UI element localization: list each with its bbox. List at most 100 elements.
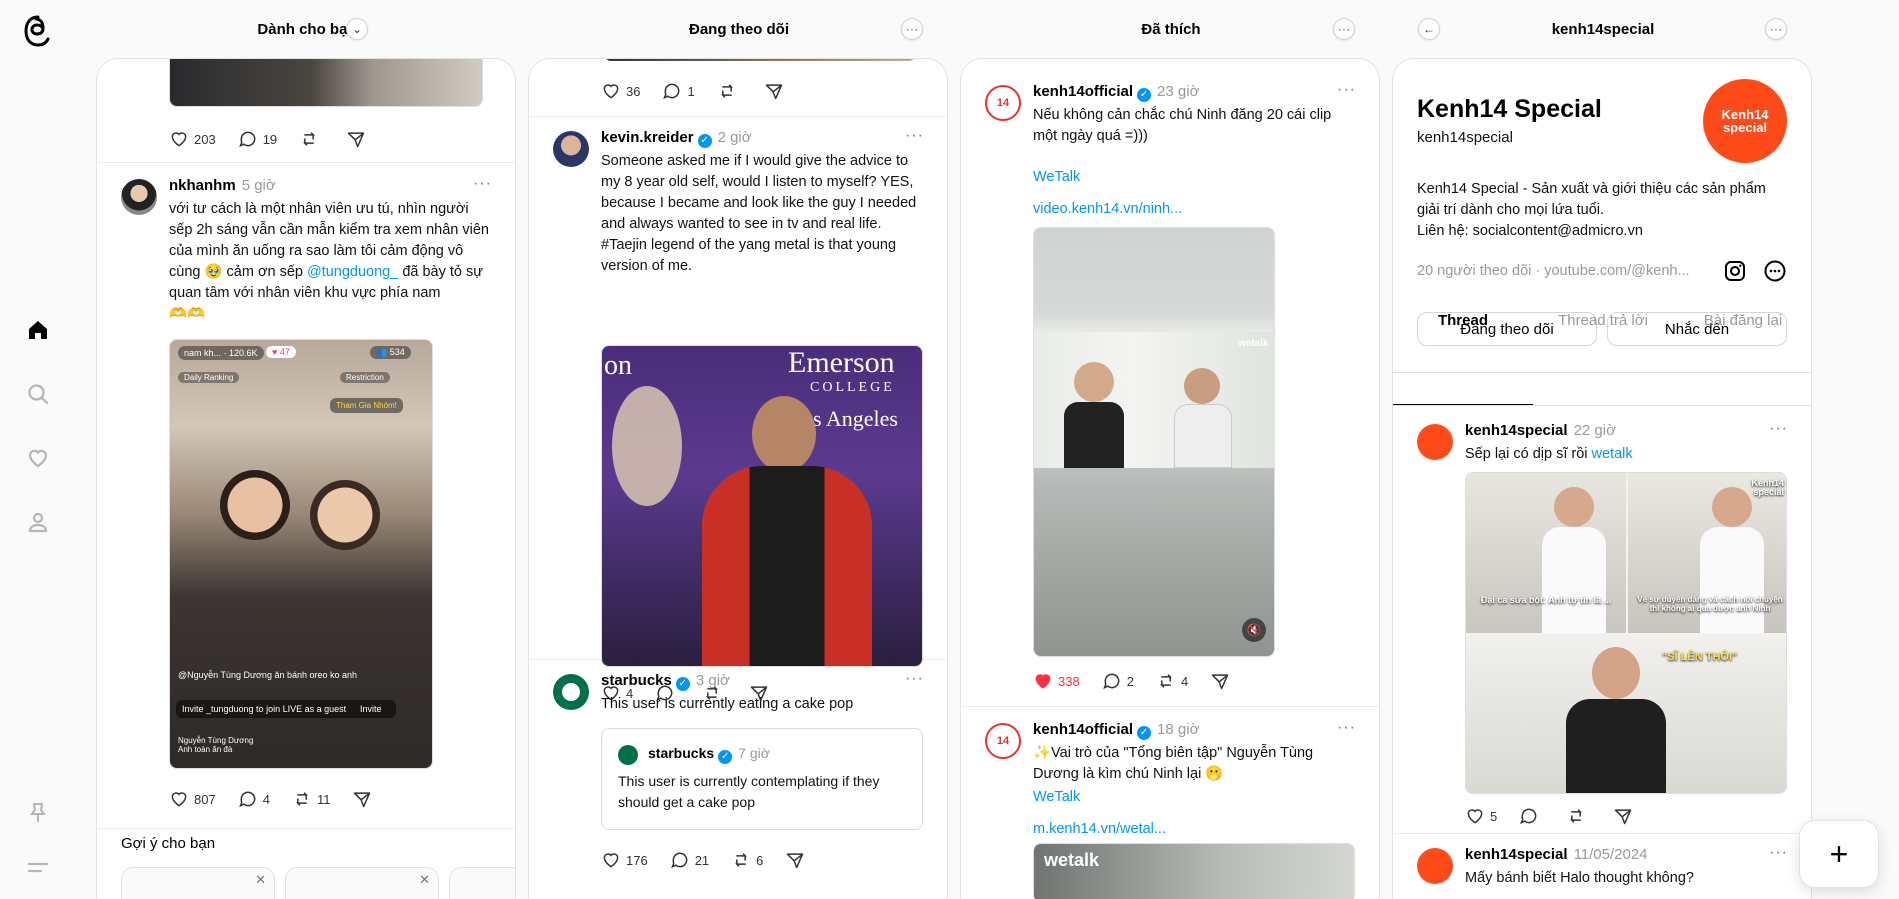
tab-replies[interactable]: Thread trả lời: [1533, 312, 1673, 389]
topic-tag-link[interactable]: wetalk: [1592, 446, 1633, 462]
followers-link[interactable]: 20 người theo dõi · youtube.com/@kenh...: [1417, 263, 1690, 279]
repost-button[interactable]: 4: [1156, 671, 1188, 691]
post-item[interactable]: 14 kenh14official ✓ 18 giờ ··· ✨Vai trò củ…: [961, 707, 1379, 899]
post-item[interactable]: 203 19: [97, 59, 515, 163]
more-options-icon[interactable]: ···: [1769, 420, 1788, 438]
heart-icon[interactable]: [22, 442, 54, 474]
post-image[interactable]: on Emerson COLLEGE os Angeles: [601, 345, 923, 667]
post-item[interactable]: nkhanhm 5 giờ ··· với tư cách là một nhân…: [97, 163, 515, 829]
reply-button[interactable]: 2: [1102, 671, 1134, 691]
search-icon[interactable]: [22, 378, 54, 410]
username-text[interactable]: kenh14special: [1465, 422, 1568, 439]
reply-button[interactable]: [1519, 806, 1544, 826]
post-item[interactable]: kenh14special 22 giờ ··· Sếp lại có dịp s…: [1393, 406, 1811, 834]
suggestion-card[interactable]: ✕: [121, 867, 275, 899]
share-button[interactable]: [785, 850, 810, 870]
share-button[interactable]: [1210, 671, 1235, 691]
mute-icon[interactable]: 🔇: [1242, 618, 1266, 642]
share-button[interactable]: [1613, 806, 1638, 826]
mention-link[interactable]: @tungduong_: [307, 264, 398, 280]
feed-column-for-you[interactable]: 203 19 nkhanhm 5 giờ ··· với tư cách là m…: [96, 58, 516, 899]
repost-button[interactable]: [1566, 806, 1591, 826]
post-item[interactable]: kevin.kreider ✓ 2 giờ ··· Someone asked me…: [529, 117, 947, 702]
tab-thread[interactable]: Thread: [1393, 312, 1533, 389]
like-button[interactable]: 36: [601, 81, 640, 101]
instagram-icon[interactable]: [1723, 259, 1747, 283]
post-username[interactable]: kenh14official ✓ 18 giờ: [1033, 721, 1199, 740]
username-text[interactable]: starbucks: [648, 745, 714, 761]
username-text[interactable]: nkhanhm: [169, 177, 236, 194]
starbucks-logo-icon[interactable]: [553, 674, 589, 710]
feed-column-following[interactable]: 36 1 kevin.kreider ✓ 2 giờ ··· Someone ask…: [528, 58, 948, 899]
profile-column[interactable]: Kenh14 Special kenh14special Kenh14 spec…: [1392, 58, 1812, 899]
suggestion-card[interactable]: [449, 867, 515, 899]
post-username[interactable]: kenh14special 22 giờ: [1465, 422, 1616, 439]
post-username[interactable]: nkhanhm 5 giờ: [169, 177, 276, 194]
more-options-icon[interactable]: ···: [1765, 18, 1787, 40]
username-text[interactable]: kenh14official: [1033, 83, 1133, 100]
quoted-post[interactable]: starbucks ✓ 7 giờ This user is currently c…: [601, 728, 923, 830]
more-options-icon[interactable]: ···: [1769, 844, 1788, 862]
external-link[interactable]: m.kenh14.vn/wetal...: [1033, 819, 1166, 840]
reply-button[interactable]: 4: [238, 789, 270, 809]
repost-button[interactable]: 6: [731, 850, 763, 870]
post-image-collage[interactable]: Đại ca sữa bột: Anh tự tin là ... Vẻ sự …: [1465, 472, 1787, 794]
user-avatar[interactable]: [121, 179, 157, 215]
post-image[interactable]: [605, 59, 915, 61]
more-options-icon[interactable]: ···: [1333, 18, 1355, 40]
like-button[interactable]: 176: [601, 850, 648, 870]
post-username[interactable]: starbucks ✓ 3 giờ: [601, 672, 730, 691]
suggestion-card[interactable]: ✕: [285, 867, 439, 899]
live-stream-screenshot[interactable]: nam kh... · 120.6K ♥ 47 👥 534 Daily Rank…: [169, 339, 433, 769]
more-options-icon[interactable]: ···: [1337, 719, 1356, 737]
repost-button[interactable]: [717, 81, 742, 101]
quoted-username[interactable]: starbucks ✓ 7 giờ: [648, 745, 770, 764]
external-link[interactable]: video.kenh14.vn/ninh...: [1033, 199, 1182, 220]
invite-button[interactable]: Invite: [360, 704, 382, 714]
post-image[interactable]: [169, 59, 483, 107]
like-button-active[interactable]: 338: [1033, 671, 1080, 691]
topic-tag-link[interactable]: WeTalk: [1033, 167, 1080, 188]
pin-icon[interactable]: [22, 797, 54, 829]
topic-tag-link[interactable]: WeTalk: [1033, 787, 1080, 808]
feed-column-liked[interactable]: 14 kenh14official ✓ 23 giờ ··· Nếu không c…: [960, 58, 1380, 899]
reply-button[interactable]: 19: [238, 129, 277, 149]
post-item[interactable]: 14 kenh14official ✓ 23 giờ ··· Nếu không c…: [961, 59, 1379, 707]
more-options-icon[interactable]: ···: [905, 127, 924, 145]
share-button[interactable]: [346, 129, 371, 149]
post-item[interactable]: starbucks ✓ 3 giờ ··· This user is current…: [529, 660, 947, 899]
more-options-icon[interactable]: ···: [905, 670, 924, 688]
post-username[interactable]: kevin.kreider ✓ 2 giờ: [601, 129, 752, 148]
close-icon[interactable]: ✕: [255, 872, 266, 888]
link-preview-image[interactable]: wetalk: [1033, 843, 1355, 899]
more-options-icon[interactable]: ···: [1337, 81, 1356, 99]
kenh14-logo-icon[interactable]: 14: [985, 85, 1021, 121]
kenh14-special-avatar[interactable]: [1417, 424, 1453, 460]
menu-icon[interactable]: [22, 852, 54, 884]
user-avatar[interactable]: [553, 131, 589, 167]
kenh14-special-avatar[interactable]: [1417, 848, 1453, 884]
like-button[interactable]: 5: [1465, 806, 1497, 826]
post-item[interactable]: 36 1: [529, 59, 947, 117]
chevron-down-icon[interactable]: ⌄: [346, 18, 368, 40]
threads-logo-icon[interactable]: [22, 14, 54, 48]
tab-reposts[interactable]: Bài đăng lại: [1673, 312, 1811, 389]
username-text[interactable]: starbucks: [601, 672, 672, 689]
video-player[interactable]: wetalk 🔇: [1033, 227, 1275, 657]
like-button[interactable]: 203: [169, 129, 216, 149]
profile-avatar[interactable]: Kenh14 special: [1703, 79, 1787, 163]
share-button[interactable]: [352, 789, 377, 809]
kenh14-logo-icon[interactable]: 14: [985, 723, 1021, 759]
more-options-icon[interactable]: ···: [473, 175, 492, 193]
post-username[interactable]: kenh14special 11/05/2024: [1465, 846, 1648, 863]
home-icon[interactable]: [22, 314, 54, 346]
more-options-icon[interactable]: ···: [901, 18, 923, 40]
username-text[interactable]: kevin.kreider: [601, 129, 694, 146]
username-text[interactable]: kenh14official: [1033, 721, 1133, 738]
reply-button[interactable]: 1: [662, 81, 695, 101]
reply-button[interactable]: 21: [670, 850, 709, 870]
post-username[interactable]: kenh14official ✓ 23 giờ: [1033, 83, 1199, 102]
repost-button[interactable]: 11: [292, 789, 330, 809]
close-icon[interactable]: ✕: [419, 872, 430, 888]
username-text[interactable]: kenh14special: [1465, 846, 1568, 863]
